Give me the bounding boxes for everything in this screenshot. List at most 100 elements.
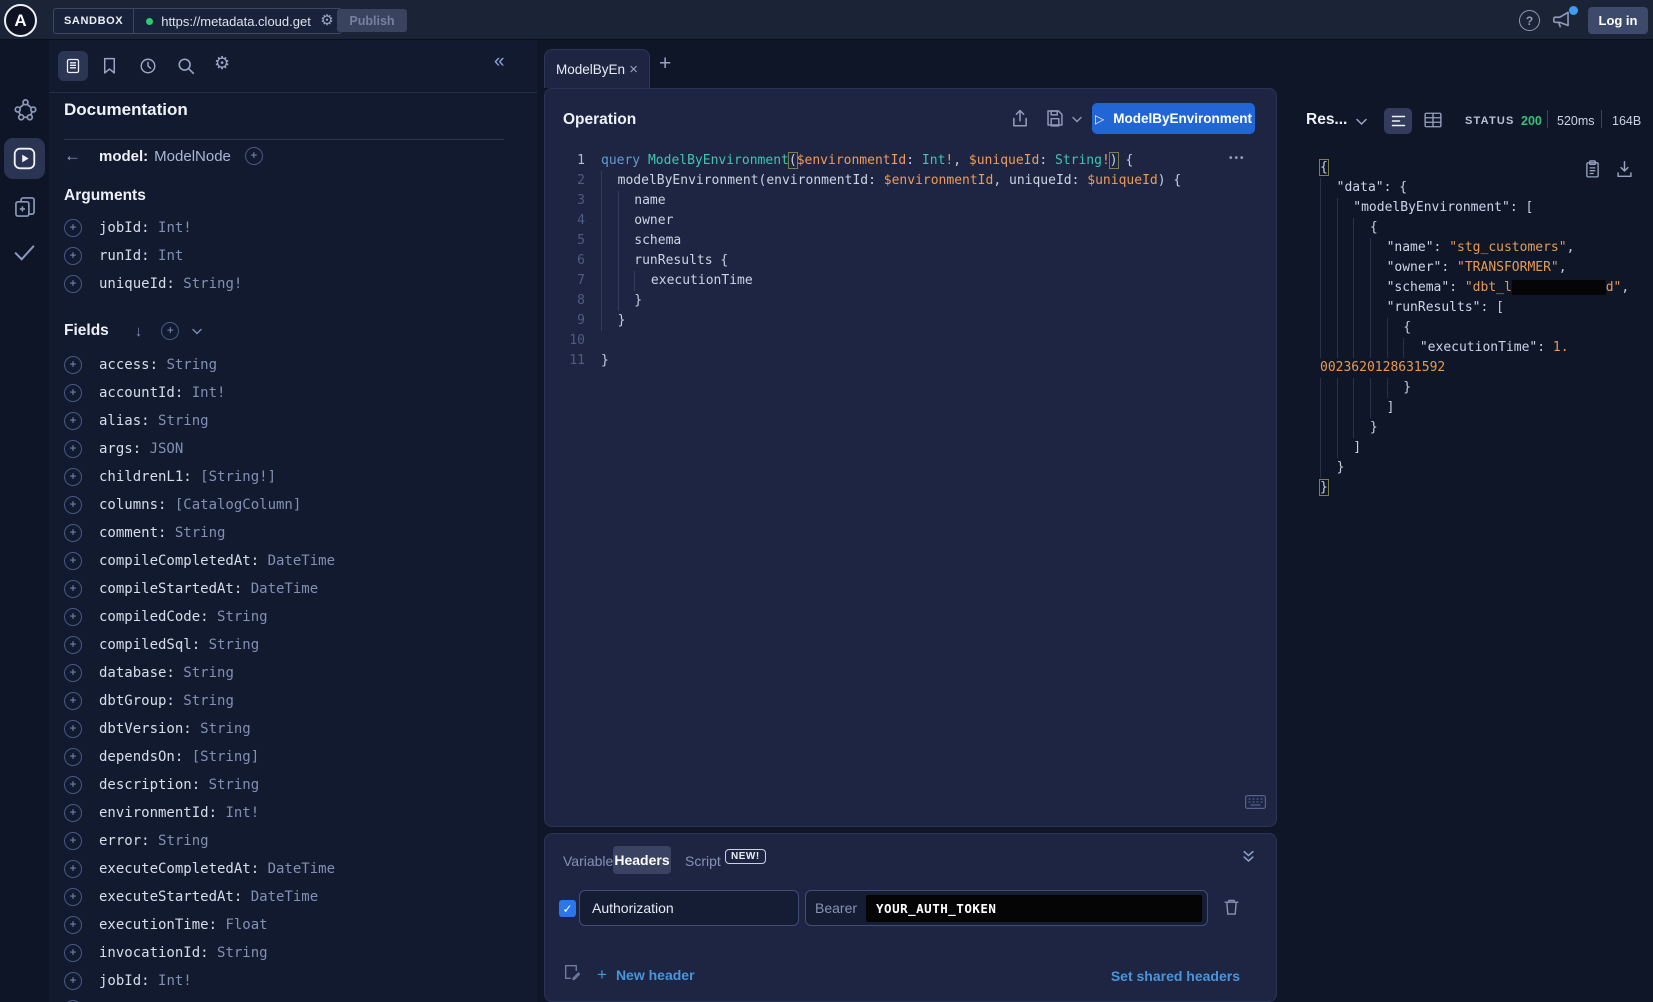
field-row[interactable]: +alias: String (64, 407, 335, 435)
field-type[interactable]: String (217, 945, 268, 961)
field-type[interactable]: DateTime (251, 889, 318, 905)
bookmarks-icon[interactable] (101, 57, 118, 75)
add-field-icon[interactable]: + (64, 860, 82, 878)
breadcrumb-type-link[interactable]: ModelNode (154, 148, 231, 165)
add-field-icon[interactable]: + (64, 748, 82, 766)
field-type[interactable]: String! (183, 276, 242, 292)
edit-headers-as-text-icon[interactable] (563, 963, 580, 981)
back-arrow-icon[interactable]: ← (64, 146, 81, 166)
add-all-fields-icon[interactable]: + (161, 322, 179, 340)
field-type[interactable]: JSON (150, 441, 184, 457)
add-type-icon[interactable]: + (245, 147, 263, 165)
add-field-icon[interactable]: + (64, 972, 82, 990)
graphql-code-editor[interactable]: 1query ModelByEnvironment($environmentId… (545, 151, 1250, 371)
search-icon[interactable] (177, 57, 195, 75)
field-type[interactable]: Int (158, 248, 183, 264)
field-type[interactable]: String (209, 637, 260, 653)
field-row[interactable]: +description: String (64, 771, 335, 799)
add-field-icon[interactable]: + (64, 524, 82, 542)
new-tab-button[interactable]: + (659, 52, 671, 76)
header-value-field[interactable]: Bearer YOUR_AUTH_TOKEN (805, 890, 1208, 926)
settings-gear-icon[interactable]: ⚙ (214, 53, 230, 73)
new-header-button[interactable]: + New header (597, 965, 695, 985)
field-row[interactable]: +childrenL1: [String!] (64, 463, 335, 491)
field-row[interactable]: +dbtGroup: String (64, 687, 335, 715)
add-field-icon[interactable]: + (64, 412, 82, 430)
add-field-icon[interactable]: + (64, 916, 82, 934)
explorer-nav-item[interactable] (4, 138, 45, 179)
add-field-icon[interactable]: + (64, 496, 82, 514)
field-row[interactable]: +compiledCode: String (64, 603, 335, 631)
field-type[interactable]: Float (225, 917, 267, 933)
field-type[interactable]: Int! (158, 220, 192, 236)
field-type[interactable]: String (166, 357, 217, 373)
field-row[interactable]: +error: String (64, 827, 335, 855)
field-type[interactable]: String (183, 693, 234, 709)
field-row[interactable]: +jobId: Int! (64, 967, 335, 995)
field-row[interactable]: +executeCompletedAt: DateTime (64, 855, 335, 883)
field-type[interactable]: DateTime (251, 581, 318, 597)
add-field-icon[interactable]: + (64, 275, 82, 293)
endpoint-chip[interactable]: SANDBOX https://metadata.cloud.get ⚙ (53, 8, 342, 34)
field-row[interactable]: +executionTime: Float (64, 911, 335, 939)
field-type[interactable]: Int! (225, 805, 259, 821)
field-row[interactable]: +runId: Int (64, 242, 242, 270)
field-type[interactable]: String (183, 665, 234, 681)
add-field-icon[interactable]: + (64, 664, 82, 682)
documentation-tab-icon[interactable] (58, 51, 88, 81)
field-row[interactable]: +comment: String (64, 519, 335, 547)
field-type[interactable]: String (217, 609, 268, 625)
sort-fields-icon[interactable]: ↓ (135, 323, 143, 340)
add-field-icon[interactable]: + (64, 692, 82, 710)
close-tab-icon[interactable]: × (629, 61, 638, 78)
add-field-icon[interactable]: + (64, 636, 82, 654)
field-row[interactable]: +columns: [CatalogColumn] (64, 491, 335, 519)
collapse-panel-icon[interactable]: « (494, 51, 505, 73)
help-icon[interactable]: ? (1519, 10, 1540, 31)
save-operation-icon[interactable] (1046, 109, 1064, 127)
endpoint-url[interactable]: https://metadata.cloud.get (161, 14, 313, 29)
add-field-icon[interactable]: + (64, 580, 82, 598)
field-type[interactable]: [CatalogColumn] (175, 497, 301, 513)
delete-header-icon[interactable] (1223, 898, 1240, 916)
response-dropdown-chevron-icon[interactable] (1356, 118, 1367, 126)
formatted-view-toggle[interactable] (1384, 108, 1412, 134)
tab-headers[interactable]: Headers (613, 846, 671, 874)
field-row[interactable]: +invocationId: String (64, 939, 335, 967)
checklist-icon[interactable] (13, 243, 36, 262)
field-row[interactable]: +dependsOn: [String] (64, 743, 335, 771)
add-field-icon[interactable]: + (64, 608, 82, 626)
graph-icon[interactable] (14, 98, 37, 121)
field-row[interactable]: +args: JSON (64, 435, 335, 463)
add-field-icon[interactable]: + (64, 832, 82, 850)
field-type[interactable]: String (158, 413, 209, 429)
add-field-icon[interactable]: + (64, 720, 82, 738)
set-shared-headers-link[interactable]: Set shared headers (1111, 968, 1240, 984)
field-row[interactable]: +accountId: Int! (64, 379, 335, 407)
keyboard-shortcuts-icon[interactable] (1245, 795, 1266, 809)
apollo-logo[interactable]: A (4, 4, 37, 37)
fields-options-chevron-icon[interactable] (192, 328, 202, 335)
auth-token-value[interactable]: YOUR_AUTH_TOKEN (866, 895, 1202, 922)
publish-button[interactable]: Publish (337, 9, 407, 32)
response-panel-title[interactable]: Res... (1306, 111, 1347, 129)
tab-script[interactable]: Script (685, 853, 721, 869)
add-field-icon[interactable]: + (64, 944, 82, 962)
add-field-icon[interactable]: + (64, 384, 82, 402)
collapse-bottom-panel-icon[interactable] (1242, 850, 1255, 863)
field-type[interactable]: DateTime (268, 553, 335, 569)
add-field-icon[interactable]: + (64, 247, 82, 265)
add-field-icon[interactable]: + (64, 888, 82, 906)
add-field-icon[interactable]: + (64, 552, 82, 570)
field-type[interactable]: String (200, 721, 251, 737)
header-key-input[interactable] (579, 890, 799, 926)
share-operation-icon[interactable] (1011, 109, 1029, 128)
add-field-icon[interactable]: + (64, 219, 82, 237)
field-type[interactable]: String (209, 777, 260, 793)
field-row[interactable]: +compiledSql: String (64, 631, 335, 659)
add-field-icon[interactable]: + (64, 440, 82, 458)
header-enabled-checkbox[interactable]: ✓ (559, 900, 576, 917)
field-type[interactable]: [String!] (200, 469, 276, 485)
field-row[interactable]: +access: String (64, 351, 335, 379)
add-field-icon[interactable]: + (64, 804, 82, 822)
